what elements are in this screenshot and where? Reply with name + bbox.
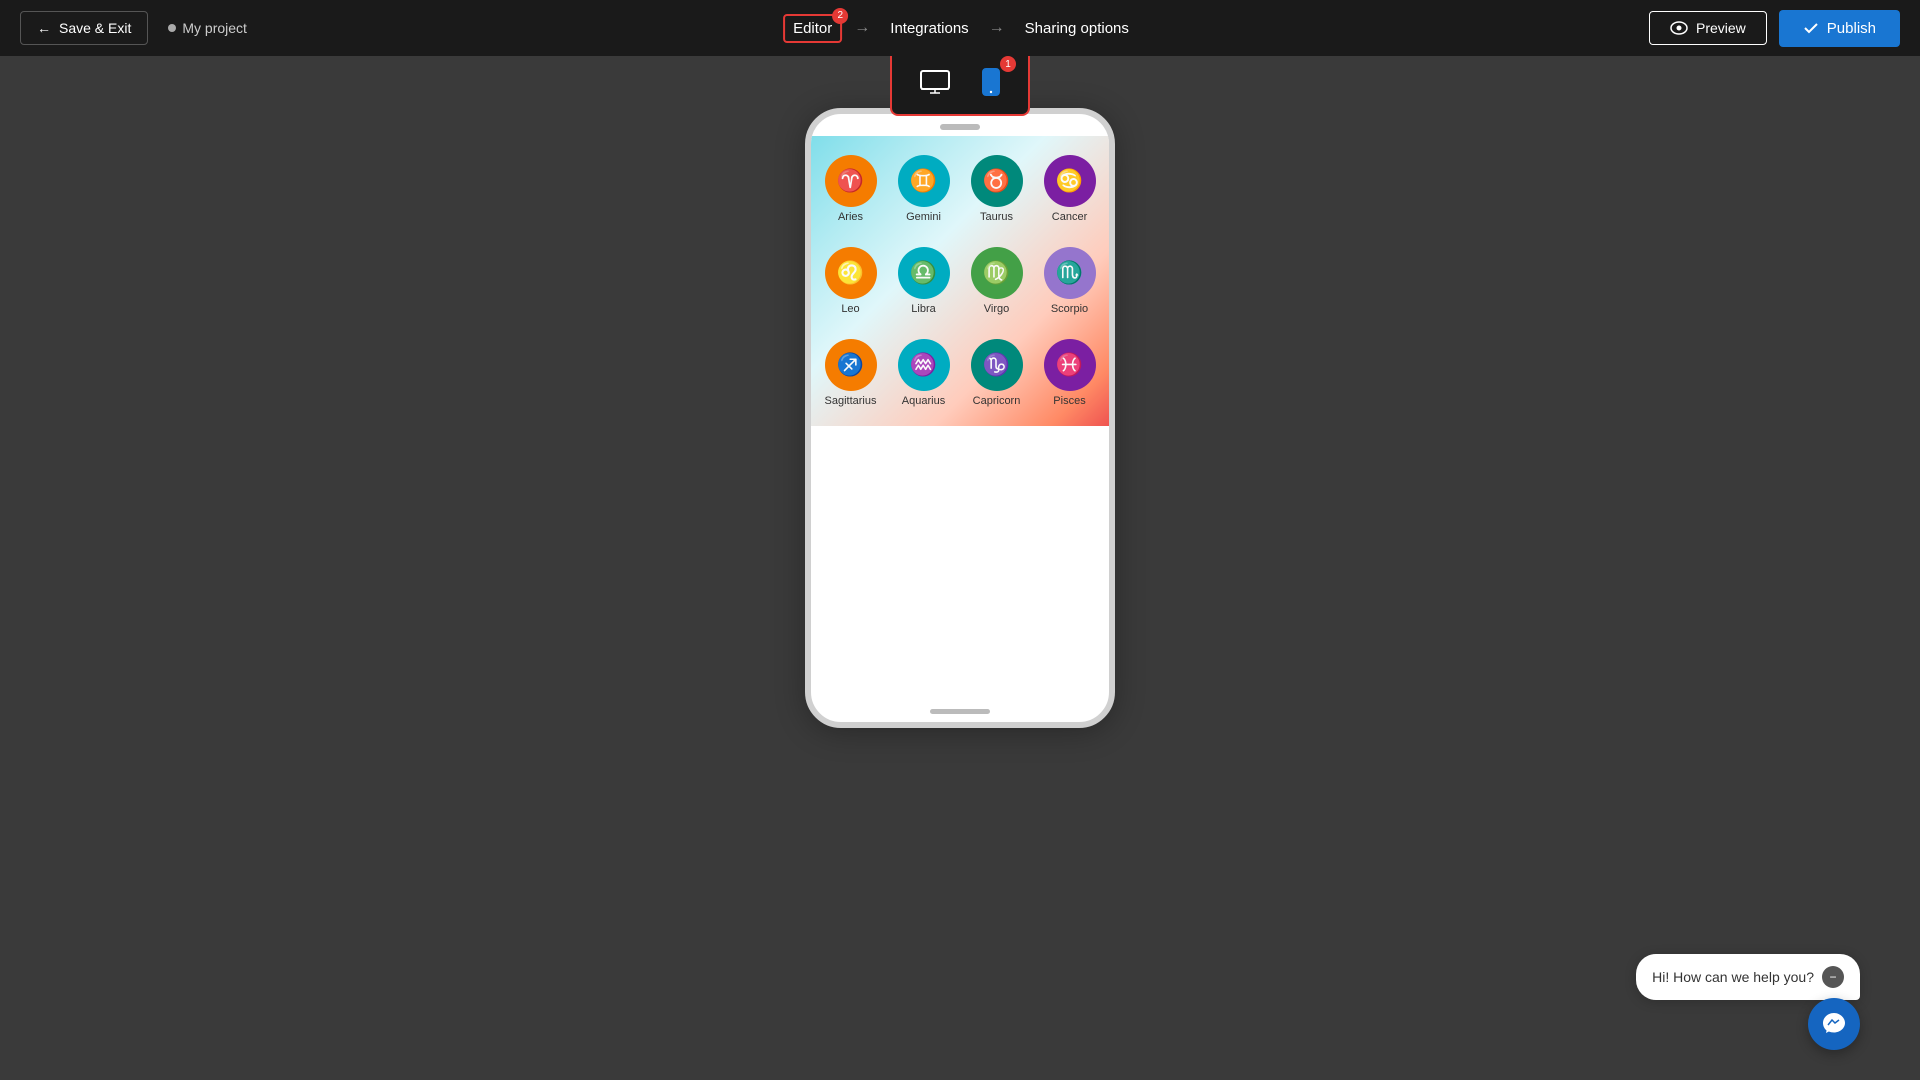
arrow-left-icon: ← (37, 20, 51, 36)
eye-icon (1670, 21, 1688, 35)
zodiac-symbol-libra: ♎ (898, 247, 950, 299)
zodiac-item-scorpio[interactable]: ♏ Scorpio (1036, 238, 1103, 324)
project-name-label: My project (182, 20, 247, 36)
zodiac-symbol-leo: ♌ (825, 247, 877, 299)
preview-button[interactable]: Preview (1649, 11, 1767, 45)
chat-bubble: Hi! How can we help you? − (1636, 954, 1860, 1000)
project-name-area: My project (168, 20, 247, 36)
zodiac-label-libra: Libra (911, 303, 935, 315)
nav-integrations[interactable]: Integrations (882, 16, 976, 41)
nav-editor[interactable]: Editor 2 (783, 14, 842, 43)
zodiac-label-leo: Leo (841, 303, 859, 315)
zodiac-symbol-scorpio: ♏ (1044, 247, 1096, 299)
mobile-view-button[interactable]: 1 (974, 64, 1008, 106)
save-exit-button[interactable]: ← Save & Exit (20, 11, 148, 45)
zodiac-symbol-taurus: ♉ (971, 155, 1023, 207)
zodiac-symbol-pisces: ♓ (1044, 339, 1096, 391)
dot-icon (168, 24, 176, 32)
zodiac-label-gemini: Gemini (906, 211, 941, 223)
zodiac-item-virgo[interactable]: ♍ Virgo (963, 238, 1030, 324)
desktop-view-button[interactable] (912, 66, 958, 104)
editor-badge: 2 (832, 8, 848, 24)
toggle-badge: 1 (1000, 56, 1016, 72)
check-icon (1803, 20, 1819, 36)
nav-right: Preview Publish (1649, 10, 1900, 47)
arrow-icon-1: → (854, 19, 870, 37)
zodiac-item-aries[interactable]: ♈ Aries (817, 146, 884, 232)
topnav: ← Save & Exit My project Editor 2 → Inte… (0, 0, 1920, 56)
zodiac-item-taurus[interactable]: ♉ Taurus (963, 146, 1030, 232)
zodiac-item-sagittarius[interactable]: ♐ Sagittarius (817, 330, 884, 416)
arrow-icon-2: → (989, 19, 1005, 37)
zodiac-label-aries: Aries (838, 211, 863, 223)
phone-home-bar (930, 709, 990, 714)
zodiac-item-pisces[interactable]: ♓ Pisces (1036, 330, 1103, 416)
zodiac-label-sagittarius: Sagittarius (825, 395, 877, 407)
zodiac-symbol-virgo: ♍ (971, 247, 1023, 299)
zodiac-item-gemini[interactable]: ♊ Gemini (890, 146, 957, 232)
zodiac-item-libra[interactable]: ♎ Libra (890, 238, 957, 324)
zodiac-label-capricorn: Capricorn (973, 395, 1021, 407)
device-toggle-bar: 1 (890, 56, 1030, 116)
zodiac-symbol-aquarius: ♒ (898, 339, 950, 391)
phone-content: ♈ Aries ♊ Gemini ♉ Taurus ♋ Cancer ♌ Leo ♎ Libra ♍ Vi… (811, 136, 1109, 701)
zodiac-label-aquarius: Aquarius (902, 395, 945, 407)
nav-sharing[interactable]: Sharing options (1017, 16, 1137, 41)
zodiac-label-cancer: Cancer (1052, 211, 1087, 223)
zodiac-symbol-sagittarius: ♐ (825, 339, 877, 391)
phone-mockup: ♈ Aries ♊ Gemini ♉ Taurus ♋ Cancer ♌ Leo ♎ Libra ♍ Vi… (805, 108, 1115, 728)
zodiac-symbol-gemini: ♊ (898, 155, 950, 207)
chat-message: Hi! How can we help you? (1652, 969, 1814, 985)
publish-button[interactable]: Publish (1779, 10, 1900, 47)
zodiac-item-leo[interactable]: ♌ Leo (817, 238, 884, 324)
zodiac-symbol-capricorn: ♑ (971, 339, 1023, 391)
zodiac-label-virgo: Virgo (984, 303, 1009, 315)
nav-center: Editor 2 → Integrations → Sharing option… (783, 14, 1137, 43)
zodiac-item-aquarius[interactable]: ♒ Aquarius (890, 330, 957, 416)
phone-speaker (940, 124, 980, 130)
zodiac-item-cancer[interactable]: ♋ Cancer (1036, 146, 1103, 232)
messenger-icon (1821, 1011, 1847, 1037)
zodiac-label-taurus: Taurus (980, 211, 1013, 223)
zodiac-symbol-cancer: ♋ (1044, 155, 1096, 207)
zodiac-item-capricorn[interactable]: ♑ Capricorn (963, 330, 1030, 416)
chat-fab-button[interactable] (1808, 998, 1860, 1050)
zodiac-label-pisces: Pisces (1053, 395, 1085, 407)
chat-close-button[interactable]: − (1822, 966, 1844, 988)
save-exit-label: Save & Exit (59, 20, 131, 36)
zodiac-symbol-aries: ♈ (825, 155, 877, 207)
zodiac-grid: ♈ Aries ♊ Gemini ♉ Taurus ♋ Cancer ♌ Leo ♎ Libra ♍ Vi… (811, 136, 1109, 426)
zodiac-label-scorpio: Scorpio (1051, 303, 1088, 315)
